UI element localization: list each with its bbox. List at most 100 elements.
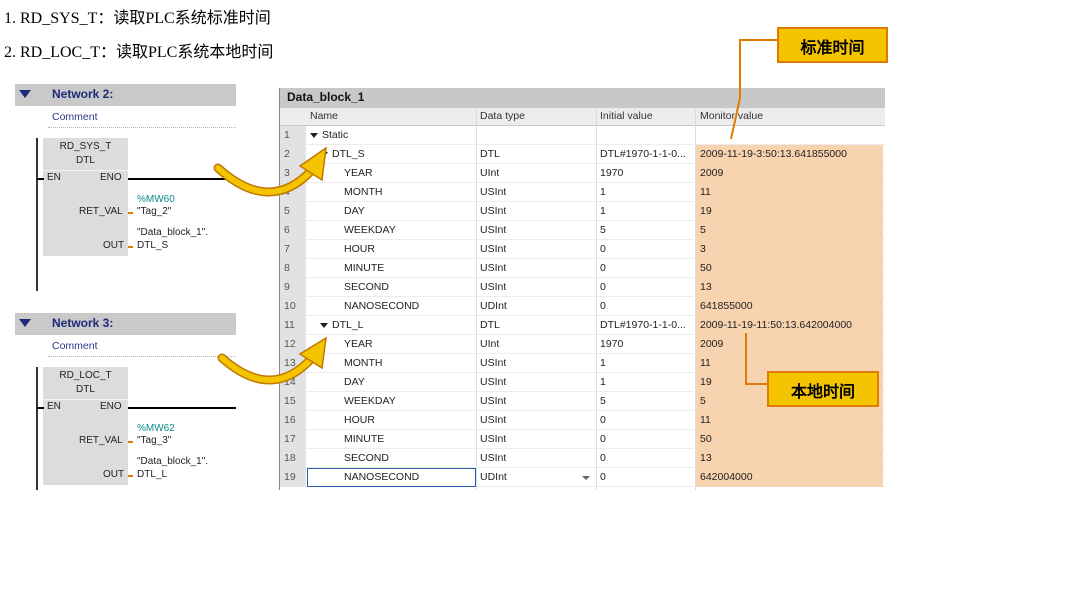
cell-data-type[interactable]: USInt: [480, 281, 506, 293]
cell-initial-value[interactable]: 0: [600, 452, 694, 464]
network-2-comment[interactable]: Comment: [48, 108, 236, 128]
cell-initial-value[interactable]: 5: [600, 224, 694, 236]
table-row[interactable]: 16 HOUR USInt 0 11: [280, 411, 885, 430]
ret-val-address[interactable]: %MW60: [137, 194, 175, 205]
cell-name[interactable]: NANOSECOND: [344, 300, 419, 312]
cell-monitor-value: 642004000: [700, 471, 753, 483]
data-block-table[interactable]: Data_block_1 Name Data type Initial valu…: [279, 88, 885, 490]
table-row[interactable]: 2 DTL_S DTL DTL#1970-1-1-0... 2009-11-19-3:5…: [280, 145, 885, 164]
cell-initial-value[interactable]: 1970: [600, 167, 694, 179]
column-header-data-type[interactable]: Data type: [480, 110, 525, 122]
cell-initial-value[interactable]: 1970: [600, 338, 694, 350]
cell-name[interactable]: DAY: [344, 205, 365, 217]
cell-name[interactable]: MINUTE: [344, 433, 384, 445]
cell-data-type[interactable]: USInt: [480, 376, 506, 388]
table-row[interactable]: 4 MONTH USInt 1 11: [280, 183, 885, 202]
leader-line: [739, 39, 777, 41]
column-header-initial-value[interactable]: Initial value: [600, 110, 653, 122]
curved-arrow-icon: [217, 336, 327, 385]
cell-initial-value[interactable]: 5: [600, 395, 694, 407]
leader-line: [730, 97, 741, 140]
cell-name[interactable]: MONTH: [344, 357, 383, 369]
eno-wire: [128, 407, 236, 409]
cell-name[interactable]: WEEKDAY: [344, 224, 396, 236]
cell-initial-value[interactable]: 0: [600, 471, 694, 483]
cell-name[interactable]: MONTH: [344, 186, 383, 198]
table-row[interactable]: 18 SECOND USInt 0 13: [280, 449, 885, 468]
ret-val-tag[interactable]: "Tag_2": [137, 206, 171, 217]
cell-data-type[interactable]: USInt: [480, 205, 506, 217]
cell-name[interactable]: YEAR: [344, 167, 373, 179]
cell-data-type[interactable]: UDInt: [480, 471, 507, 483]
cell-data-type[interactable]: USInt: [480, 186, 506, 198]
cell-name[interactable]: MINUTE: [344, 262, 384, 274]
cell-data-type[interactable]: USInt: [480, 433, 506, 445]
expand-triangle-icon[interactable]: [310, 133, 318, 138]
table-row[interactable]: 9 SECOND USInt 0 13: [280, 278, 885, 297]
cell-initial-value[interactable]: 0: [600, 243, 694, 255]
cell-name[interactable]: YEAR: [344, 338, 373, 350]
table-row[interactable]: 6 WEEKDAY USInt 5 5: [280, 221, 885, 240]
out-db-name[interactable]: "Data_block_1".: [137, 456, 208, 467]
table-row[interactable]: 8 MINUTE USInt 0 50: [280, 259, 885, 278]
cell-monitor-value: 11: [700, 357, 711, 369]
monitor-value-highlight: [696, 278, 883, 297]
table-row[interactable]: 12 YEAR UInt 1970 2009: [280, 335, 885, 354]
cell-data-type[interactable]: UInt: [480, 167, 499, 179]
cell-initial-value[interactable]: 0: [600, 414, 694, 426]
cell-initial-value[interactable]: 0: [600, 281, 694, 293]
cell-initial-value[interactable]: 1: [600, 205, 694, 217]
cell-data-type[interactable]: USInt: [480, 224, 506, 236]
table-row[interactable]: 10 NANOSECOND UDInt 0 641855000: [280, 297, 885, 316]
table-row[interactable]: 5 DAY USInt 1 19: [280, 202, 885, 221]
cell-data-type[interactable]: UInt: [480, 338, 499, 350]
table-row[interactable]: 11 DTL_L DTL DTL#1970-1-1-0... 2009-11-19-11…: [280, 316, 885, 335]
cell-initial-value[interactable]: 1: [600, 376, 694, 388]
collapse-triangle-icon[interactable]: [19, 319, 31, 327]
out-member[interactable]: DTL_L: [137, 469, 167, 480]
cell-name[interactable]: SECOND: [344, 452, 389, 464]
out-db-name[interactable]: "Data_block_1".: [137, 227, 208, 238]
cell-initial-value[interactable]: DTL#1970-1-1-0...: [600, 319, 694, 331]
cell-initial-value[interactable]: 1: [600, 357, 694, 369]
ret-val-address[interactable]: %MW62: [137, 423, 175, 434]
table-row[interactable]: 19 NANOSECOND UDInt 0 642004000: [280, 468, 885, 487]
table-row[interactable]: 17 MINUTE USInt 0 50: [280, 430, 885, 449]
table-row[interactable]: 1 Static: [280, 126, 885, 145]
cell-data-type[interactable]: USInt: [480, 414, 506, 426]
cell-name[interactable]: SECOND: [344, 281, 389, 293]
rd-sys-t-block[interactable]: RD_SYS_T DTL: [43, 138, 128, 256]
cell-name[interactable]: WEEKDAY: [344, 395, 396, 407]
cell-data-type[interactable]: DTL: [480, 148, 500, 160]
out-member[interactable]: DTL_S: [137, 240, 168, 251]
selected-cell-outline[interactable]: [307, 468, 476, 487]
cell-initial-value[interactable]: 1: [600, 186, 694, 198]
table-row[interactable]: 3 YEAR UInt 1970 2009: [280, 164, 885, 183]
cell-initial-value[interactable]: 0: [600, 262, 694, 274]
network-2-header[interactable]: Network 2:: [15, 84, 236, 106]
cell-name[interactable]: HOUR: [344, 414, 375, 426]
cell-data-type[interactable]: DTL: [480, 319, 500, 331]
cell-data-type[interactable]: USInt: [480, 395, 506, 407]
row-number: 10: [280, 297, 306, 316]
cell-initial-value[interactable]: 0: [600, 300, 694, 312]
ret-val-tag[interactable]: "Tag_3": [137, 435, 171, 446]
cell-data-type[interactable]: UDInt: [480, 300, 507, 312]
collapse-triangle-icon[interactable]: [19, 90, 31, 98]
dropdown-arrow-icon[interactable]: [582, 476, 590, 480]
cell-data-type[interactable]: USInt: [480, 243, 506, 255]
cell-data-type[interactable]: USInt: [480, 262, 506, 274]
table-row[interactable]: 7 HOUR USInt 0 3: [280, 240, 885, 259]
expand-triangle-icon[interactable]: [320, 323, 328, 328]
monitor-value-highlight: [696, 430, 883, 449]
cell-name[interactable]: HOUR: [344, 243, 375, 255]
callout-local-time: 本地时间: [767, 371, 879, 407]
rd-loc-t-block[interactable]: RD_LOC_T DTL: [43, 367, 128, 485]
cell-initial-value[interactable]: DTL#1970-1-1-0...: [600, 148, 694, 160]
column-header-name[interactable]: Name: [310, 110, 338, 122]
monitor-value-highlight: [696, 183, 883, 202]
cell-data-type[interactable]: USInt: [480, 452, 506, 464]
cell-data-type[interactable]: USInt: [480, 357, 506, 369]
cell-initial-value[interactable]: 0: [600, 433, 694, 445]
cell-name[interactable]: DAY: [344, 376, 365, 388]
